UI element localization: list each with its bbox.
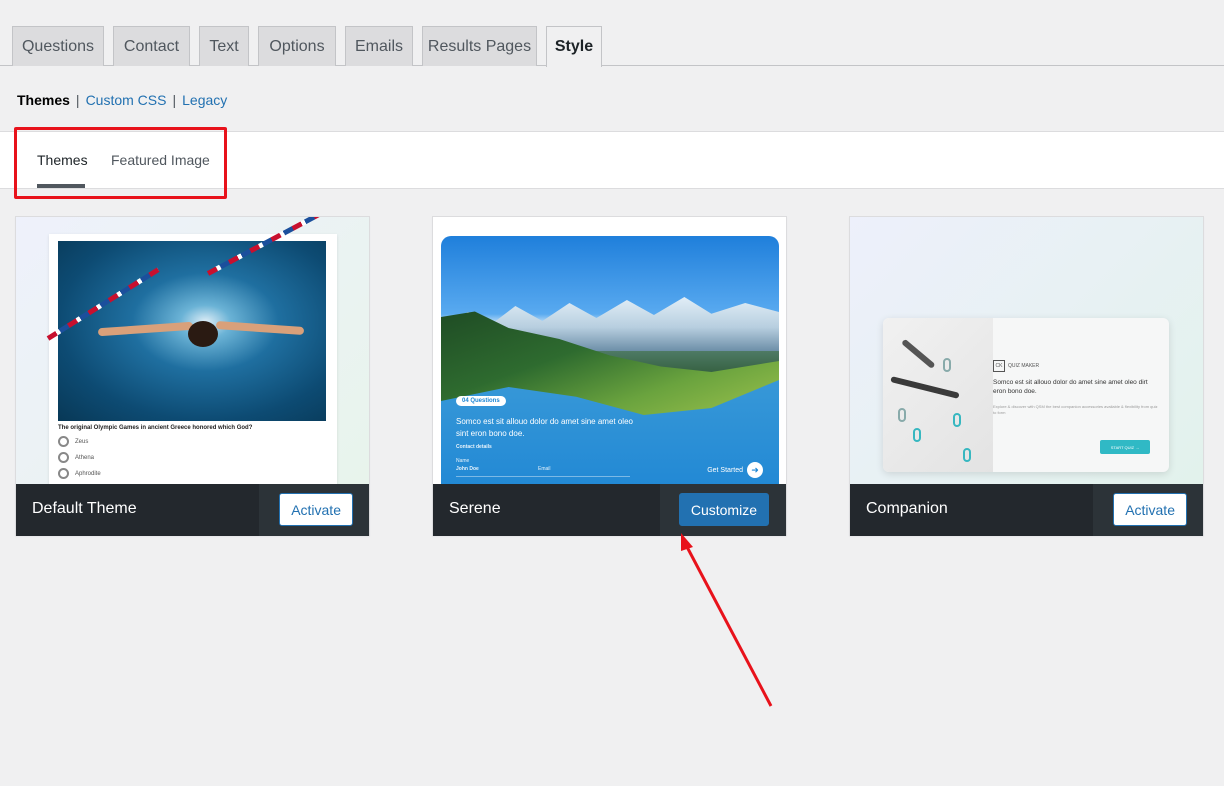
desk-image (883, 318, 993, 472)
tab-text[interactable]: Text (199, 26, 249, 66)
tab-emails[interactable]: Emails (345, 26, 413, 66)
preview-start-button: START QUIZ → (1100, 440, 1150, 454)
theme-footer: Default Theme Activate (16, 484, 369, 536)
preview-option: Athena (75, 454, 95, 461)
tab-results-pages[interactable]: Results Pages (422, 26, 537, 66)
theme-name: Default Theme (32, 500, 137, 517)
activate-button[interactable]: Activate (279, 493, 353, 526)
preview-subtext: Explore & discover with QSM the best com… (993, 404, 1158, 415)
subnav-separator: | (172, 92, 177, 108)
tab-questions[interactable]: Questions (12, 26, 104, 66)
preview-start: Get Started (707, 466, 743, 474)
tab-options[interactable]: Options (258, 26, 336, 66)
theme-preview-companion: CK QUIZ MAKER Somco est sit allouo dolor… (850, 217, 1203, 484)
theme-preview-default: The original Olympic Games in ancient Gr… (16, 217, 369, 484)
preview-contact: Contact details (456, 444, 492, 450)
activate-button[interactable]: Activate (1113, 493, 1187, 526)
tab-style[interactable]: Style (546, 26, 602, 67)
subnav-themes[interactable]: Themes (17, 92, 70, 108)
preview-name-value: John Doe (456, 466, 479, 472)
top-tab-bar: Questions Contact Text Options Emails Re… (0, 0, 1224, 67)
theme-card-serene: 04 Questions Somco est sit allouo dolor … (432, 216, 787, 536)
theme-preview-serene: 04 Questions Somco est sit allouo dolor … (433, 217, 786, 484)
preview-pill: 04 Questions (456, 396, 506, 406)
arrow-right-icon: ➜ (747, 462, 763, 478)
theme-footer: Serene Customize (433, 484, 786, 536)
preview-option: Zeus (75, 438, 89, 445)
preview-name-label: Name (456, 458, 470, 464)
preview-text: Somco est sit allouo dolor do amet sine … (456, 417, 633, 438)
style-subnav: Themes | Custom CSS | Legacy (17, 92, 227, 108)
tab-contact[interactable]: Contact (113, 26, 190, 66)
subnav-custom-css[interactable]: Custom CSS (86, 92, 167, 108)
theme-name: Serene (449, 500, 501, 517)
preview-question: The original Olympic Games in ancient Gr… (58, 425, 253, 431)
customize-button[interactable]: Customize (678, 493, 769, 526)
subnav-separator: | (75, 92, 80, 108)
preview-email-label: Email (538, 466, 551, 472)
highlight-box (14, 127, 227, 199)
subnav-legacy[interactable]: Legacy (182, 92, 227, 108)
preview-text: Somco est sit allouo dolor do amet sine … (993, 379, 1148, 395)
preview-option: Aphrodite (75, 470, 101, 477)
swimmer-image (46, 217, 333, 421)
theme-name: Companion (866, 500, 948, 517)
preview-logo: QUIZ MAKER (1008, 363, 1040, 369)
theme-card-companion: CK QUIZ MAKER Somco est sit allouo dolor… (849, 216, 1204, 536)
logo-mark: CK (993, 360, 1005, 372)
theme-footer: Companion Activate (850, 484, 1203, 536)
theme-card-default: The original Olympic Games in ancient Gr… (15, 216, 370, 536)
